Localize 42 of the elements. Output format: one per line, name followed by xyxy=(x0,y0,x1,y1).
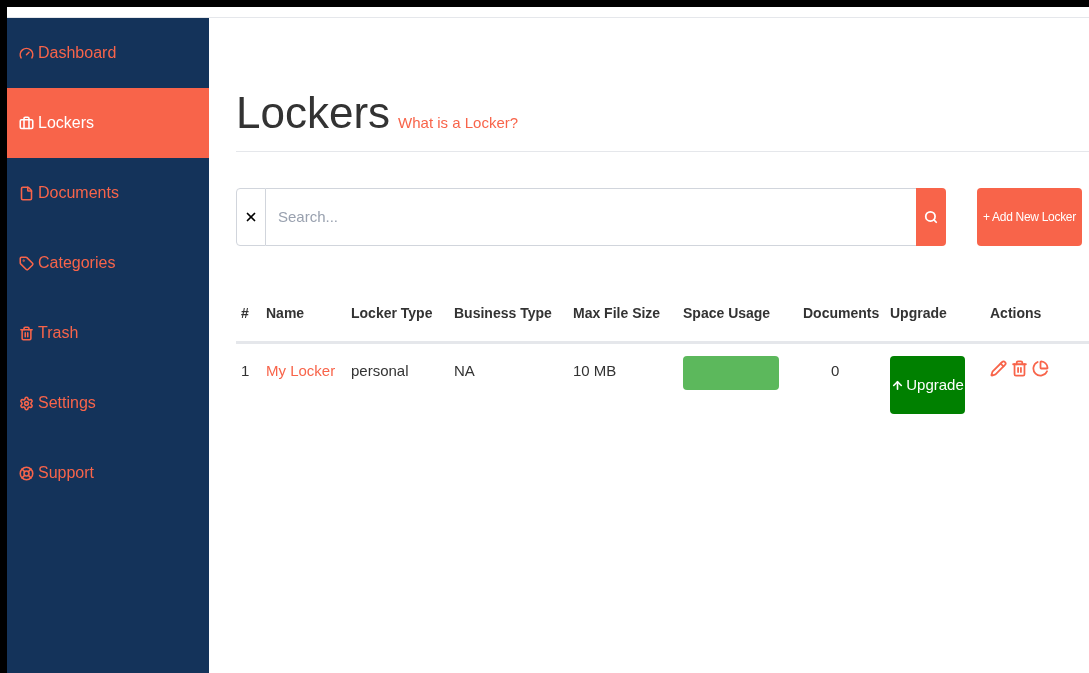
sidebar-item[interactable]: Lockers xyxy=(7,88,209,158)
table-cell: 1 xyxy=(241,362,250,379)
column-header: Locker Type xyxy=(351,305,433,321)
close-icon xyxy=(244,210,258,224)
briefcase-icon xyxy=(19,115,34,131)
column-header: Name xyxy=(266,305,305,321)
pie-chart-icon[interactable] xyxy=(1032,360,1049,377)
search-button[interactable] xyxy=(916,188,946,246)
search-icon xyxy=(924,210,938,224)
column-header: # xyxy=(241,305,249,321)
clear-button[interactable] xyxy=(236,188,266,246)
upgrade-button[interactable]: Upgrade xyxy=(890,356,965,414)
search-field[interactable]: Search... xyxy=(266,188,916,246)
sidebar-item[interactable]: Dashboard xyxy=(7,18,209,88)
gauge-icon xyxy=(19,45,34,61)
trash-icon[interactable] xyxy=(1011,360,1028,377)
edit-icon[interactable] xyxy=(990,360,1007,377)
column-header: Actions xyxy=(990,305,1042,321)
sidebar-item[interactable]: Settings xyxy=(7,368,209,438)
column-header: Documents xyxy=(803,305,880,321)
column-header: Max File Size xyxy=(573,305,661,321)
add-locker-button[interactable]: + Add New Locker xyxy=(977,188,1082,246)
lifebuoy-icon xyxy=(19,465,34,481)
trash-icon xyxy=(19,325,34,341)
arrow-up-icon xyxy=(891,378,905,392)
sidebar-item[interactable]: Documents xyxy=(7,158,209,228)
column-header: Upgrade xyxy=(890,305,947,321)
file-icon xyxy=(19,185,34,201)
help-link[interactable]: What is a Locker? xyxy=(398,112,519,135)
table-cell: personal xyxy=(351,362,409,379)
column-header: Business Type xyxy=(454,305,552,321)
tag-icon xyxy=(19,255,34,271)
sidebar-item[interactable]: Trash xyxy=(7,298,209,368)
table-cell: NA xyxy=(454,362,475,379)
locker-link[interactable]: My Locker xyxy=(266,362,336,379)
sidebar-item[interactable]: Categories xyxy=(7,228,209,298)
settings-icon xyxy=(19,395,34,411)
page-title: Lockers xyxy=(236,91,391,135)
column-header: Space Usage xyxy=(683,305,771,321)
table-cell: 0 xyxy=(831,362,840,379)
table-cell: 10 MB xyxy=(573,362,617,379)
sidebar-item[interactable]: Support xyxy=(7,438,209,508)
